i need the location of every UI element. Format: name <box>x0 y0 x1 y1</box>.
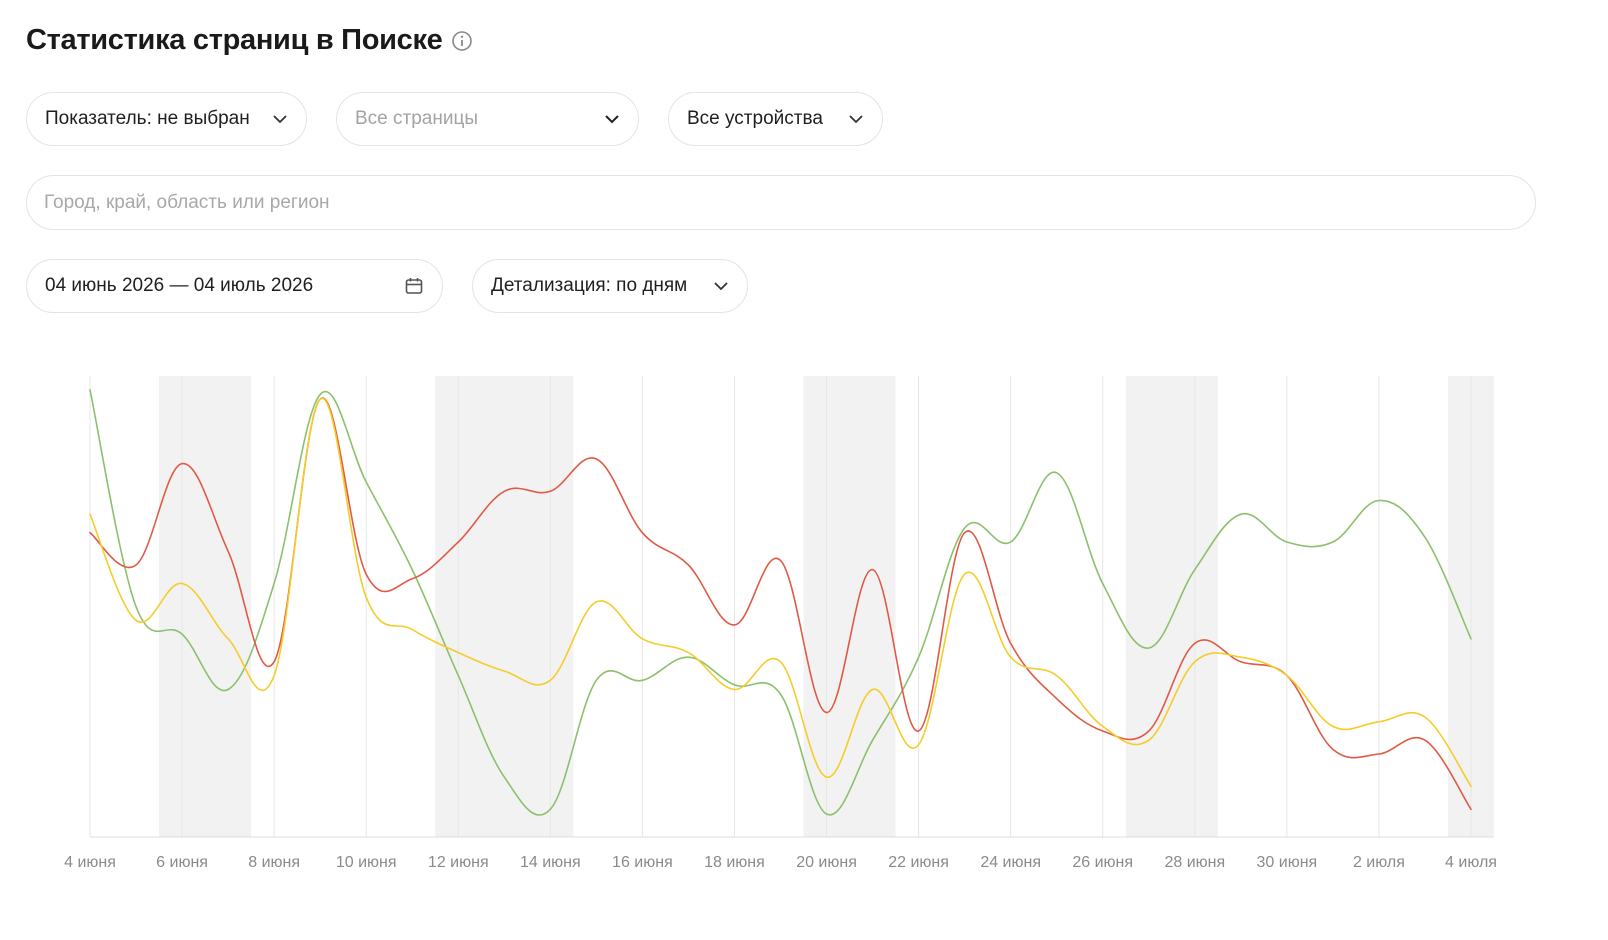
date-range-picker[interactable]: 04 июнь 2026 — 04 июль 2026 <box>26 259 443 313</box>
series-line[interactable] <box>89 397 1472 811</box>
grid-lines <box>89 376 1472 837</box>
chevron-down-icon <box>272 111 288 127</box>
pages-dropdown-placeholder: Все страницы <box>355 108 478 129</box>
detail-dropdown-label: Детализация: по дням <box>491 275 688 296</box>
x-tick-label: 26 июня <box>1072 854 1133 871</box>
x-tick-label: 10 июня <box>336 854 397 871</box>
page-title-block: Статистика страниц в Поиске <box>26 24 473 57</box>
weekend-band <box>1447 376 1494 837</box>
x-tick-label: 4 июня <box>64 854 116 871</box>
weekend-bands <box>159 376 1494 837</box>
calendar-icon <box>404 276 424 296</box>
x-axis: 4 июня 6 июня 8 июня 10 июня 12 июня 14 июня 1… <box>64 836 1497 871</box>
x-tick-label: 18 июня <box>704 854 765 871</box>
x-tick-label: 30 июня <box>1257 854 1318 871</box>
devices-dropdown[interactable]: Все устройства <box>668 92 883 146</box>
x-tick-label: 22 июня <box>888 854 949 871</box>
chevron-down-icon <box>848 111 864 127</box>
detail-dropdown[interactable]: Детализация: по дням <box>472 259 748 313</box>
series-line[interactable] <box>89 397 1472 788</box>
chevron-down-icon <box>604 111 620 127</box>
region-input[interactable] <box>26 175 1536 230</box>
metric-dropdown-label: Показатель: не выбран <box>45 108 250 129</box>
weekend-band <box>435 376 574 837</box>
chevron-down-icon <box>713 278 729 294</box>
weekend-band <box>159 376 252 837</box>
weekend-band <box>803 376 896 837</box>
page-title: Статистика страниц в Поиске <box>26 24 443 56</box>
series-line[interactable] <box>89 389 1472 816</box>
x-tick-label: 20 июня <box>796 854 857 871</box>
x-tick-label: 24 июня <box>980 854 1041 871</box>
metric-dropdown[interactable]: Показатель: не выбран <box>26 92 307 146</box>
x-tick-label: 2 июля <box>1353 854 1405 871</box>
x-tick-label: 28 июня <box>1164 854 1225 871</box>
pages-dropdown[interactable]: Все страницы <box>336 92 639 146</box>
x-tick-label: 12 июня <box>428 854 489 871</box>
x-tick-label: 16 июня <box>612 854 673 871</box>
date-range-label: 04 июнь 2026 — 04 июль 2026 <box>45 275 314 296</box>
devices-dropdown-label: Все устройства <box>687 108 823 129</box>
x-tick-label: 4 июля <box>1445 854 1497 871</box>
x-tick-label: 6 июня <box>156 854 208 871</box>
info-icon[interactable] <box>451 30 473 52</box>
series-lines <box>89 389 1472 816</box>
weekend-band <box>1125 376 1218 837</box>
x-tick-label: 14 июня <box>520 854 581 871</box>
x-tick-label: 8 июня <box>248 854 300 871</box>
